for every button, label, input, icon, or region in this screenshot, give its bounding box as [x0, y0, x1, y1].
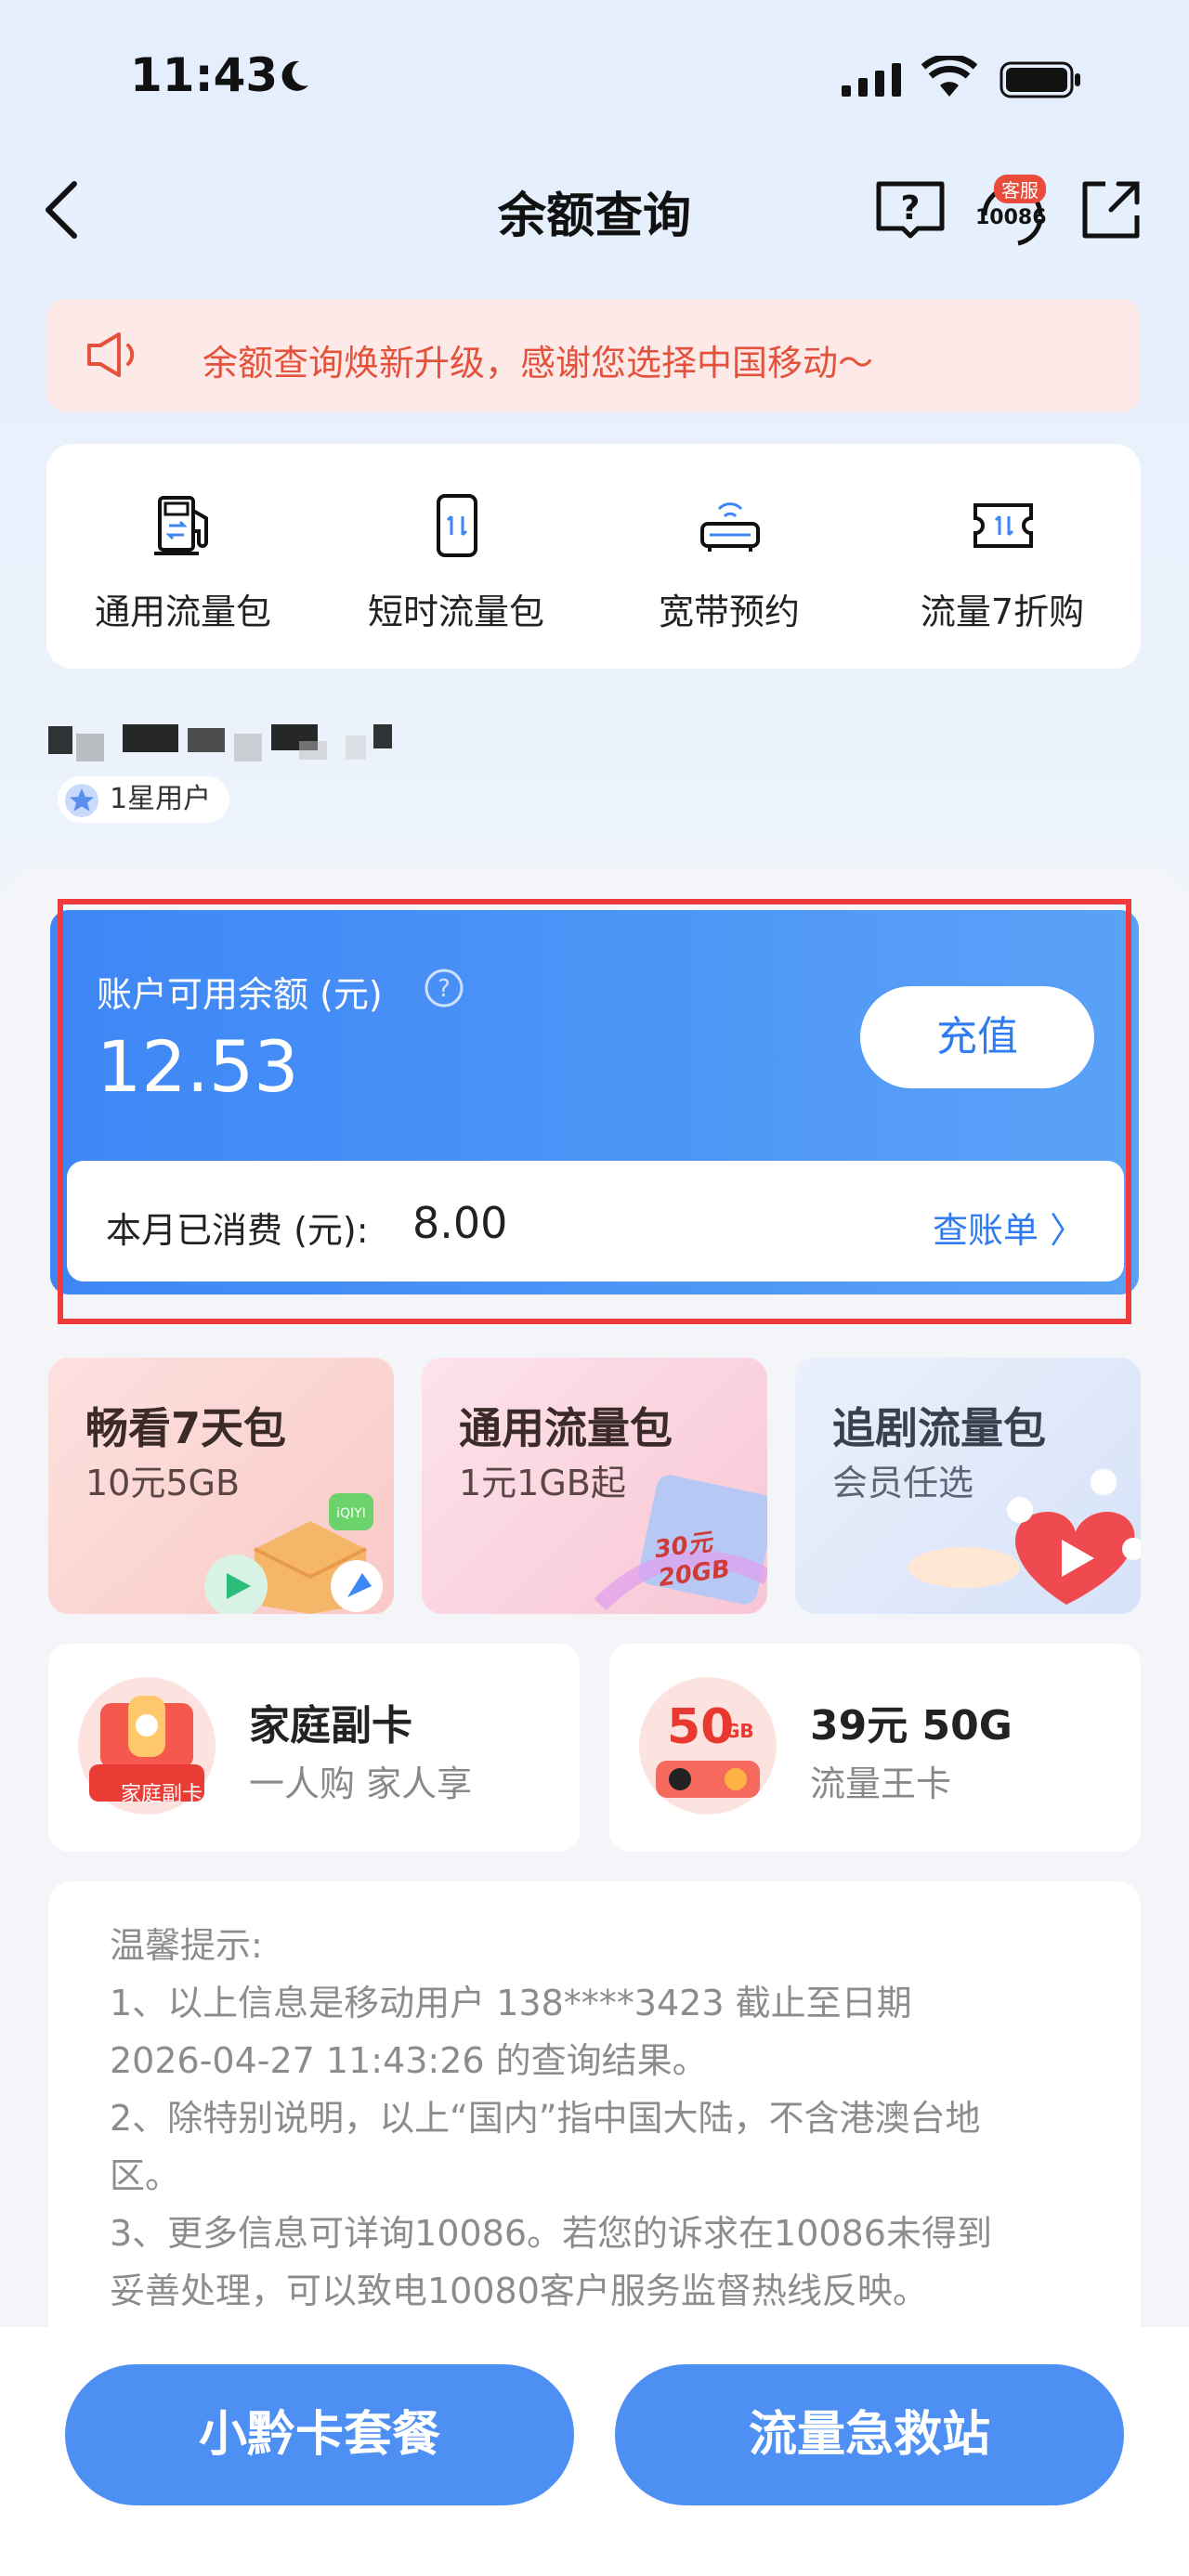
tip-line: 温馨提示:: [110, 1925, 263, 1966]
fuel-pump-icon: [154, 496, 208, 555]
star-icon: [65, 784, 98, 817]
tip-line: 2、除特别说明，以上“国内”指中国大陆，不含港澳台地: [110, 2098, 981, 2139]
share-icon[interactable]: [1078, 176, 1144, 243]
signal-icon: [842, 63, 901, 97]
promo-title: 通用流量包: [459, 1403, 673, 1453]
svg-text:?: ?: [901, 189, 921, 228]
xiaoqian-plan-button[interactable]: 小黔卡套餐: [65, 2364, 574, 2505]
quick-item-discount[interactable]: 流量7折购: [866, 444, 1139, 669]
status-time: 11:43: [130, 48, 279, 102]
redacted-phone-number: [48, 724, 392, 761]
heart-play-illustration: [908, 1469, 1141, 1605]
tip-line: 2026-04-27 11:43:26 的查询结果。: [110, 2040, 708, 2081]
quick-item-label: 通用流量包: [94, 592, 271, 632]
quick-item-broadband[interactable]: 宽带预约: [593, 444, 866, 669]
ticket-icon: [973, 503, 1033, 548]
video-apps-illustration: iQIYI: [204, 1493, 383, 1614]
offer-subtitle: 流量王卡: [810, 1763, 952, 1804]
highlight-box: [58, 899, 1131, 1324]
cs-badge: 客服: [994, 175, 1046, 203]
king-card-unit: GB: [725, 1720, 754, 1742]
phone-data-icon: [437, 494, 477, 557]
promo-card-drama[interactable]: 追剧流量包 会员任选: [795, 1358, 1141, 1614]
offer-card-family[interactable]: 家庭副卡 家庭副卡 一人购 家人享: [48, 1644, 580, 1852]
offer-title: 家庭副卡: [249, 1702, 412, 1750]
quick-item-label: 短时流量包: [367, 592, 544, 632]
promo-title: 追剧流量包: [832, 1403, 1046, 1453]
tip-line: 3、更多信息可详询10086。若您的诉求在10086未得到: [110, 2213, 992, 2254]
quick-item-short-data[interactable]: 短时流量包: [320, 444, 593, 669]
tip-line: 区。: [110, 2155, 181, 2196]
wifi-icon: [921, 56, 977, 97]
promo-card-general[interactable]: 通用流量包 1元1GB起 30元20GB: [422, 1358, 767, 1614]
notice-text: 余额查询焕新升级，感谢您选择中国移动～: [203, 343, 874, 384]
svg-text:iQIYI: iQIYI: [336, 1506, 366, 1521]
quick-item-label: 宽带预约: [658, 592, 800, 632]
help-book-icon[interactable]: ?: [873, 176, 947, 241]
family-card-badge: 家庭副卡: [120, 1783, 203, 1806]
tip-line: 1、以上信息是移动用户 138****3423 截止至日期: [110, 1983, 912, 2023]
promo-title: 畅看7天包: [85, 1403, 287, 1453]
router-icon: [700, 502, 760, 552]
speaker-icon: [87, 332, 135, 377]
moon-icon: [281, 60, 308, 91]
offer-title: 39元 50G: [810, 1702, 1013, 1750]
cs-number: 10086: [975, 206, 1047, 229]
battery-icon: [1000, 61, 1080, 98]
quick-item-general-data[interactable]: 通用流量包: [46, 444, 320, 669]
promo-card-7day[interactable]: 畅看7天包 10元5GB iQIYI: [48, 1358, 394, 1614]
data-rescue-button[interactable]: 流量急救站: [615, 2364, 1124, 2505]
tip-line: 妥善处理，可以致电10080客户服务监督热线反映。: [110, 2270, 928, 2311]
offer-subtitle: 一人购 家人享: [249, 1763, 473, 1804]
quick-item-label: 流量7折购: [920, 592, 1085, 632]
offer-card-king[interactable]: 50 GB 39元 50G 流量王卡: [609, 1644, 1141, 1852]
